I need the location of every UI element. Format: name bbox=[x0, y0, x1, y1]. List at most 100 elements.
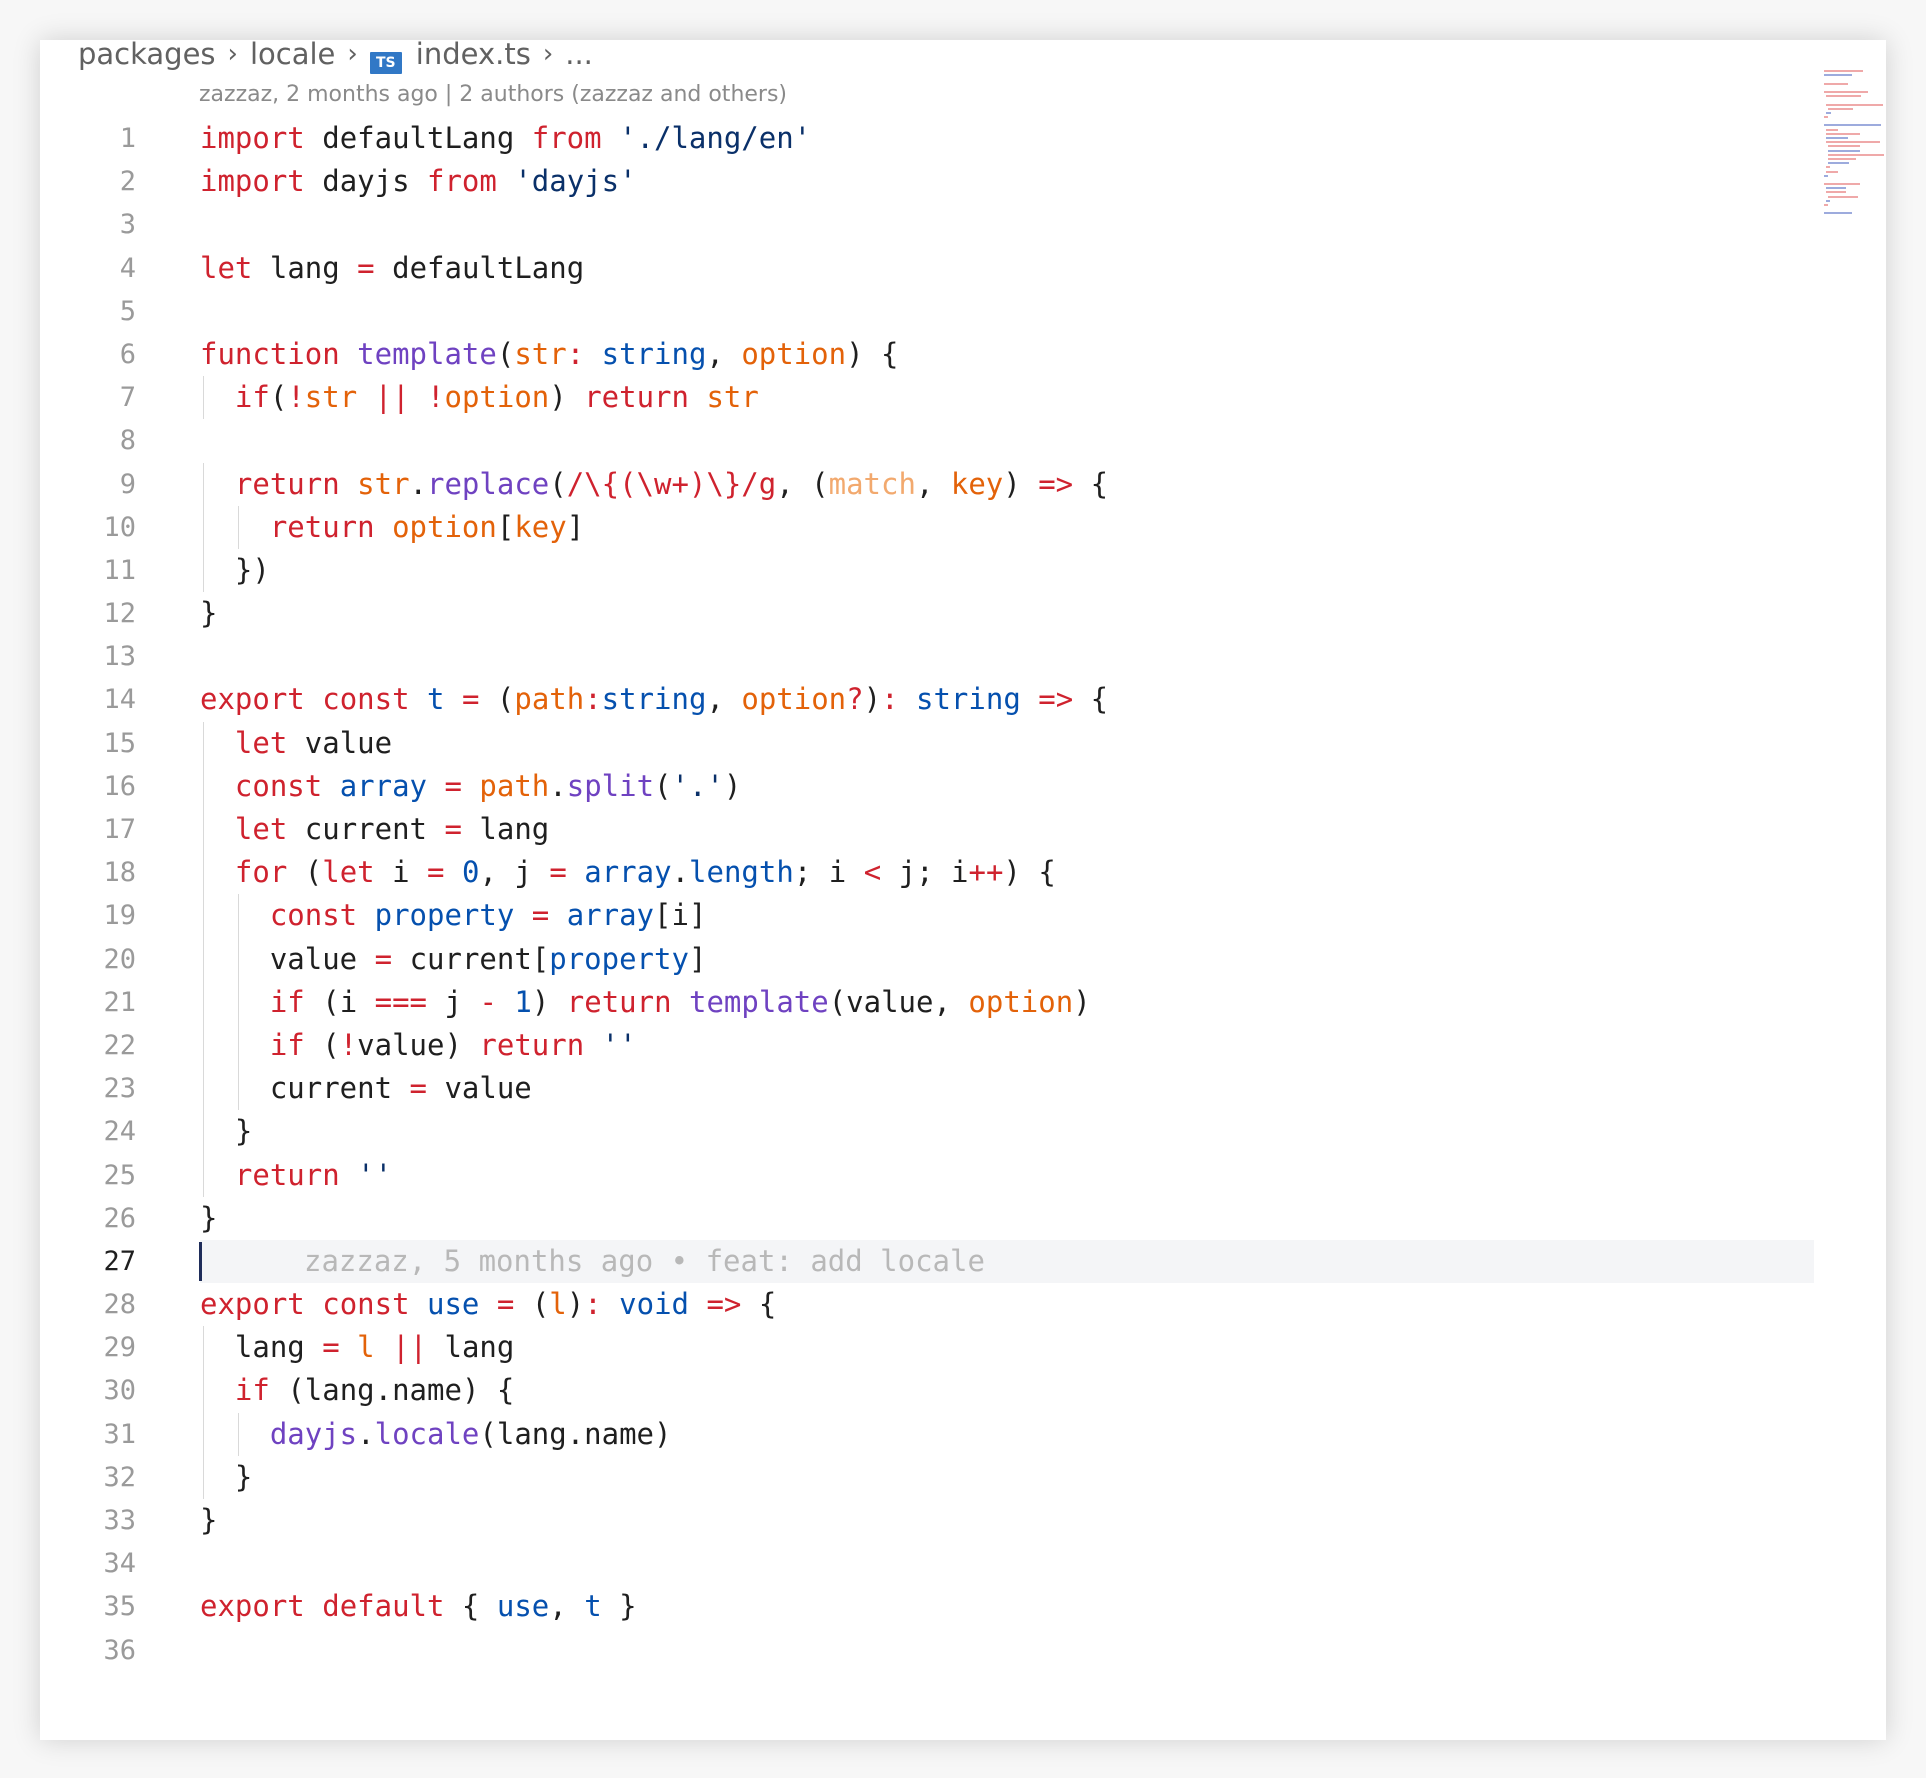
line-number[interactable]: 30 bbox=[40, 1369, 136, 1412]
code-token: return bbox=[566, 984, 672, 1019]
code-token: l bbox=[549, 1287, 567, 1322]
line-number[interactable]: 9 bbox=[40, 463, 136, 506]
code-token: ( bbox=[828, 984, 847, 1019]
code-line[interactable]: 28 export const use = (l): void => { bbox=[40, 1283, 1820, 1326]
code-line[interactable]: 25 return '' bbox=[40, 1153, 1820, 1197]
code-line[interactable]: 36 bbox=[40, 1629, 1820, 1672]
code-token: ) bbox=[654, 1416, 672, 1451]
code-line[interactable]: 7 if(!str || !option) return str bbox=[40, 376, 1820, 420]
code-line[interactable]: 23 current = value bbox=[40, 1067, 1820, 1111]
code-line[interactable]: 9 return str.replace(/\{(\w+)\}/g, (matc… bbox=[40, 462, 1820, 506]
code-line[interactable]: 30 if (lang.name) { bbox=[40, 1369, 1820, 1413]
line-number[interactable]: 26 bbox=[40, 1197, 136, 1240]
code-text: current = value bbox=[200, 1067, 532, 1110]
line-number[interactable]: 22 bbox=[40, 1024, 136, 1067]
line-number[interactable]: 25 bbox=[40, 1154, 136, 1197]
code-line[interactable]: 2 import dayjs from 'dayjs' bbox=[40, 160, 1820, 203]
line-number[interactable]: 6 bbox=[40, 333, 136, 376]
code-line[interactable]: 5 bbox=[40, 290, 1820, 333]
code-line[interactable]: 24 } bbox=[40, 1110, 1820, 1154]
code-line[interactable]: 32 } bbox=[40, 1455, 1820, 1499]
code-line[interactable]: 15 let value bbox=[40, 721, 1820, 765]
line-number[interactable]: 8 bbox=[40, 419, 136, 462]
code-token: : bbox=[881, 682, 899, 717]
line-number[interactable]: 19 bbox=[40, 894, 136, 937]
code-editor[interactable]: 1 import defaultLang from './lang/en' 2 imp… bbox=[40, 117, 1820, 1672]
line-number[interactable]: 11 bbox=[40, 549, 136, 592]
code-line[interactable]: 6 function template(str: string, option) … bbox=[40, 333, 1820, 376]
line-number[interactable]: 1 bbox=[40, 117, 136, 160]
code-line[interactable]: 19 const property = array[i] bbox=[40, 894, 1820, 938]
code-line[interactable]: 8 bbox=[40, 419, 1820, 462]
code-line[interactable]: 29 lang = l || lang bbox=[40, 1326, 1820, 1370]
code-line[interactable]: 34 bbox=[40, 1542, 1820, 1585]
line-number[interactable]: 14 bbox=[40, 678, 136, 721]
minimap-line bbox=[1824, 183, 1861, 186]
code-line[interactable]: 16 const array = path.split('.') bbox=[40, 764, 1820, 808]
breadcrumb-packages[interactable]: packages bbox=[78, 40, 216, 71]
line-number[interactable]: 12 bbox=[40, 592, 136, 635]
line-number[interactable]: 35 bbox=[40, 1585, 136, 1628]
code-line[interactable]: 21 if (i === j - 1) return template(valu… bbox=[40, 980, 1820, 1024]
git-codelens[interactable]: zazzaz, 2 months ago | 2 authors (zazzaz… bbox=[199, 82, 787, 107]
line-number[interactable]: 3 bbox=[40, 203, 136, 246]
code-line[interactable]: 33} bbox=[40, 1499, 1820, 1542]
code-line[interactable]: 18 for (let i = 0, j = array.length; i <… bbox=[40, 851, 1820, 895]
line-number[interactable]: 17 bbox=[40, 808, 136, 851]
line-number[interactable]: 33 bbox=[40, 1499, 136, 1542]
code-token: ( bbox=[287, 1373, 305, 1408]
code-line[interactable]: 14 export const t = (path:string, option?… bbox=[40, 678, 1820, 721]
line-number[interactable]: 24 bbox=[40, 1110, 136, 1153]
code-line[interactable]: 20 value = current[property] bbox=[40, 937, 1820, 981]
code-text: if (lang.name) { bbox=[200, 1369, 514, 1412]
line-number[interactable]: 15 bbox=[40, 722, 136, 765]
breadcrumb-file[interactable]: TS index.ts bbox=[369, 40, 531, 74]
line-number[interactable]: 21 bbox=[40, 981, 136, 1024]
code-token: name bbox=[392, 1373, 462, 1408]
code-line[interactable]: 27 zazzaz, 5 months ago • feat: add local… bbox=[40, 1239, 1820, 1284]
line-number[interactable]: 13 bbox=[40, 635, 136, 678]
line-number[interactable]: 28 bbox=[40, 1283, 136, 1326]
line-number[interactable]: 31 bbox=[40, 1413, 136, 1456]
line-number[interactable]: 29 bbox=[40, 1326, 136, 1369]
code-token: ( bbox=[322, 1027, 340, 1062]
line-number[interactable]: 10 bbox=[40, 506, 136, 549]
line-number[interactable]: 23 bbox=[40, 1067, 136, 1110]
code-line[interactable]: 22 if (!value) return '' bbox=[40, 1023, 1820, 1068]
code-line[interactable]: 13 bbox=[40, 635, 1820, 678]
code-line[interactable]: 3 bbox=[40, 203, 1820, 246]
line-number[interactable]: 5 bbox=[40, 290, 136, 333]
line-number[interactable]: 18 bbox=[40, 851, 136, 894]
line-number[interactable]: 34 bbox=[40, 1542, 136, 1585]
code-line[interactable]: 1 import defaultLang from './lang/en' bbox=[40, 117, 1820, 160]
line-number[interactable]: 7 bbox=[40, 376, 136, 419]
line-number[interactable]: 4 bbox=[40, 247, 136, 290]
code-line[interactable]: 10 return option[key] bbox=[40, 505, 1820, 549]
code-line[interactable]: 26} bbox=[40, 1197, 1820, 1240]
line-number[interactable]: 2 bbox=[40, 160, 136, 203]
code-line[interactable]: 4 let lang = defaultLang bbox=[40, 247, 1820, 290]
code-line[interactable]: 31 dayjs.locale(lang.name) bbox=[40, 1412, 1820, 1456]
line-number[interactable]: 20 bbox=[40, 938, 136, 981]
line-number[interactable]: 36 bbox=[40, 1629, 136, 1672]
breadcrumb-symbol[interactable]: ... bbox=[565, 40, 593, 71]
breadcrumb-locale[interactable]: locale bbox=[250, 40, 335, 71]
line-number[interactable]: 16 bbox=[40, 765, 136, 808]
line-number[interactable]: 27 bbox=[40, 1240, 136, 1283]
code-line[interactable]: 17 let current = lang bbox=[40, 808, 1820, 852]
code-line[interactable]: 35 export default { use, t } bbox=[40, 1585, 1820, 1628]
line-number[interactable]: 32 bbox=[40, 1456, 136, 1499]
code-line[interactable]: 12} bbox=[40, 592, 1820, 635]
code-line[interactable]: 11 }) bbox=[40, 548, 1820, 593]
code-token: template bbox=[357, 336, 497, 371]
minimap-line bbox=[1826, 166, 1831, 169]
minimap[interactable] bbox=[1824, 70, 1886, 220]
code-token: => bbox=[1038, 466, 1074, 501]
code-token: || bbox=[392, 1330, 428, 1365]
